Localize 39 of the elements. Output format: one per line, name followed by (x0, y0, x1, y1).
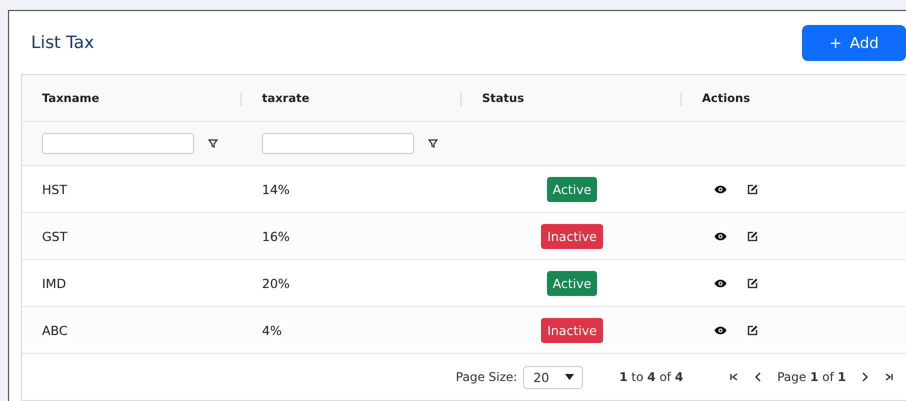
eye-icon[interactable] (714, 184, 727, 194)
table-cell-text: 16% (261, 228, 291, 244)
eye-icon[interactable] (714, 326, 727, 334)
next-page-button[interactable] (860, 372, 870, 382)
eye-icon[interactable] (714, 232, 727, 240)
record-range: 1 to 4 of 4 (619, 370, 684, 384)
filter-icon[interactable] (428, 139, 438, 148)
table-cell-text: IMD (41, 276, 68, 290)
last-page-button[interactable] (884, 372, 894, 382)
column-header[interactable]: Actions (702, 91, 750, 105)
edit-icon[interactable] (747, 184, 758, 194)
filter-field[interactable] (42, 133, 194, 154)
column-header[interactable]: taxrate (262, 91, 310, 105)
table-cell-text: GST (41, 228, 68, 244)
table-cell-text: 4% (261, 322, 283, 338)
page-size-label: Page Size: (456, 370, 518, 384)
column-header[interactable]: Taxname (42, 91, 100, 105)
table-cell-text: 20% (261, 276, 291, 290)
status-badge: Inactive (541, 224, 603, 248)
filter-field[interactable] (262, 133, 414, 154)
filter-icon[interactable] (208, 139, 218, 148)
page-title: List Tax (31, 32, 94, 52)
edit-icon[interactable] (747, 278, 758, 288)
page-size-select[interactable]: 20 (523, 366, 584, 388)
page-indicator: Page 1 of 1 (777, 370, 846, 384)
table-cell-text: 14% (261, 182, 291, 196)
table-cell-text: HST (41, 182, 68, 196)
status-badge: Active (546, 176, 598, 202)
status-badge: Active (546, 270, 598, 296)
table-cell-text: ABC (41, 322, 69, 338)
previous-page-button[interactable] (753, 372, 764, 382)
eye-icon[interactable] (714, 278, 727, 288)
first-page-button[interactable] (729, 372, 740, 382)
caret-icon (565, 374, 574, 380)
edit-icon[interactable] (747, 230, 758, 242)
column-header[interactable]: Status (482, 91, 524, 105)
edit-icon[interactable] (747, 324, 758, 336)
add-button[interactable]: + Add (802, 24, 906, 60)
status-badge: Inactive (541, 318, 603, 342)
